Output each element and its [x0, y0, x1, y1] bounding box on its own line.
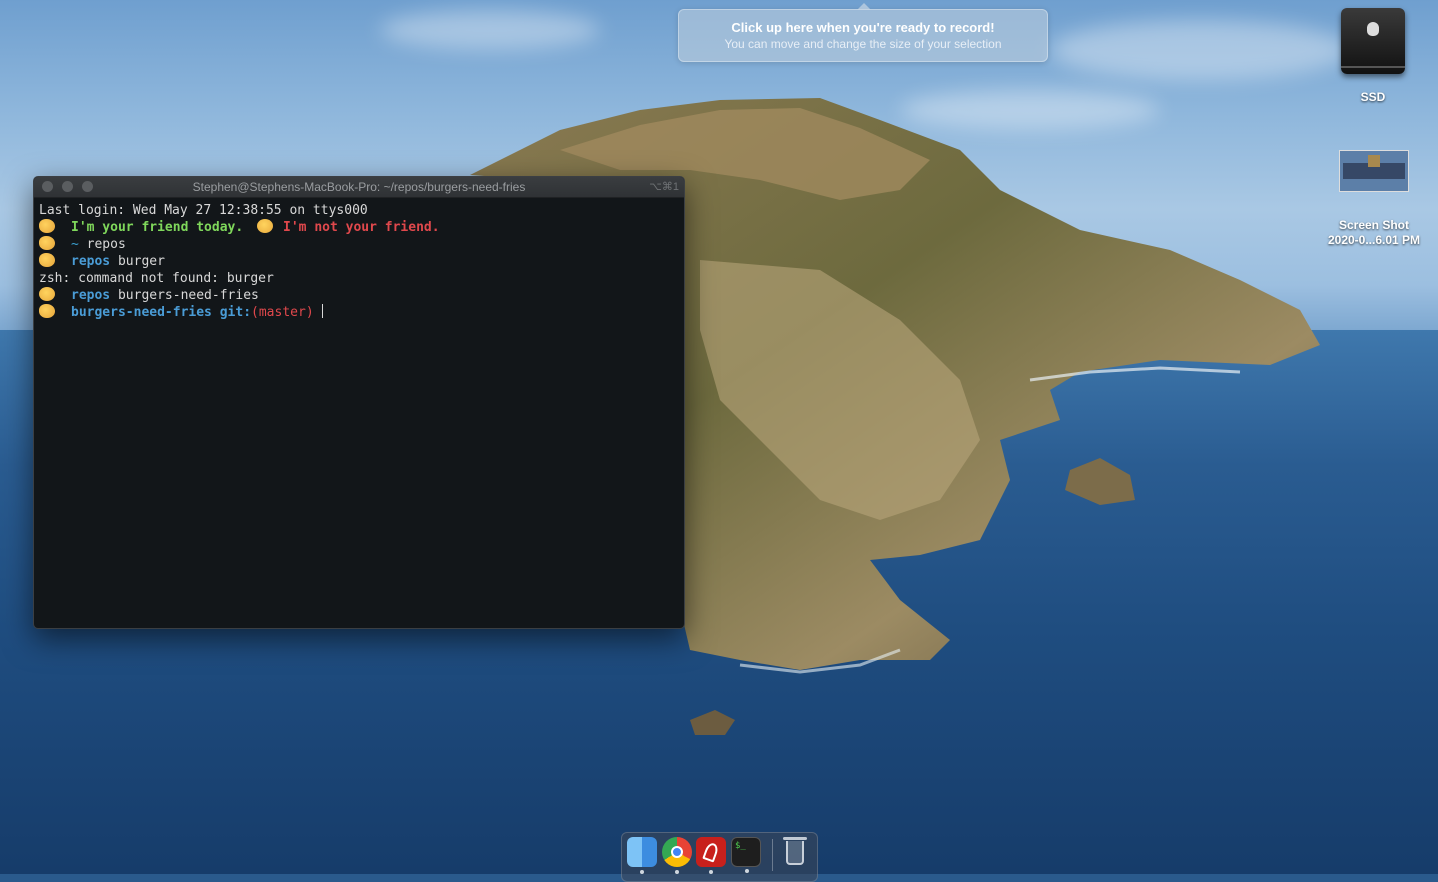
git-label: git: — [219, 305, 252, 320]
sad-face-emoji-icon — [257, 219, 274, 233]
ok-hand-emoji-icon — [39, 253, 55, 267]
running-indicator — [640, 870, 644, 874]
terminal-output[interactable]: Last login: Wed May 27 12:38:55 on ttys0… — [34, 198, 684, 325]
text-cursor — [321, 304, 323, 318]
screenshot-label-line1: Screen Shot — [1338, 218, 1410, 232]
ok-hand-emoji-icon — [39, 219, 55, 233]
prompt-dir: repos — [71, 288, 111, 303]
hard-drive-icon — [1341, 8, 1405, 74]
record-selection-hint[interactable]: Click up here when you're ready to recor… — [678, 3, 1048, 62]
terminal-line: zsh: command not found: burger — [39, 270, 679, 287]
prompt-command: repos — [86, 237, 126, 252]
desktop-icon-label: Screen Shot 2020-0...6.01 PM — [1310, 218, 1438, 248]
terminal-line: repos burger — [39, 253, 679, 270]
terminal-window[interactable]: Stephen@Stephens-MacBook-Pro: ~/repos/bu… — [33, 176, 685, 629]
terminal-titlebar[interactable]: Stephen@Stephens-MacBook-Pro: ~/repos/bu… — [34, 177, 684, 198]
friend-good-text: I'm your friend today. — [71, 220, 244, 235]
finder-icon[interactable] — [627, 837, 657, 874]
running-indicator — [675, 870, 679, 874]
desktop-icon-screenshot[interactable]: Screen Shot 2020-0...6.01 PM — [1310, 150, 1438, 248]
dock — [621, 832, 818, 882]
terminal-icon[interactable] — [731, 837, 761, 873]
record-hint-title: Click up here when you're ready to recor… — [731, 20, 995, 35]
terminal-line: burgers-need-fries git:(master) — [39, 304, 679, 321]
terminal-line: repos burgers-need-fries — [39, 287, 679, 304]
acrobat-icon[interactable] — [696, 837, 726, 874]
prompt-command: burgers-need-fries — [117, 288, 259, 303]
error-text: zsh: command not found: burger — [39, 271, 274, 286]
terminal-line: Last login: Wed May 27 12:38:55 on ttys0… — [39, 202, 679, 219]
sad-face-emoji-icon — [39, 287, 55, 301]
screenshot-label-line2: 2020-0...6.01 PM — [1327, 233, 1421, 247]
running-indicator — [745, 869, 749, 873]
running-indicator — [709, 870, 713, 874]
desktop-icon-ssd[interactable]: SSD — [1333, 8, 1413, 104]
desktop-icon-label: SSD — [1360, 90, 1386, 104]
prompt-command: burger — [117, 254, 165, 269]
screenshot-thumbnail-icon — [1339, 150, 1409, 192]
last-login-text: Last login: Wed May 27 12:38:55 on ttys0… — [39, 203, 368, 218]
record-hint-subtitle: You can move and change the size of your… — [724, 37, 1002, 51]
hint-caret — [857, 3, 871, 10]
terminal-line: ~ repos — [39, 236, 679, 253]
prompt-dir: burgers-need-fries — [71, 305, 212, 320]
ok-hand-emoji-icon — [39, 236, 55, 250]
ok-hand-emoji-icon — [39, 304, 55, 318]
terminal-shortcut: ⌥⌘1 — [649, 181, 679, 193]
prompt-dir: ~ — [71, 237, 79, 252]
terminal-title: Stephen@Stephens-MacBook-Pro: ~/repos/bu… — [192, 180, 526, 194]
trash-icon[interactable] — [782, 835, 808, 869]
friend-bad-text: I'm not your friend. — [283, 220, 440, 235]
dock-separator — [772, 839, 773, 871]
prompt-dir: repos — [71, 254, 111, 269]
git-branch: (master) — [251, 305, 314, 320]
chrome-icon[interactable] — [662, 837, 692, 874]
terminal-line: I'm your friend today. I'm not your frie… — [39, 219, 679, 236]
